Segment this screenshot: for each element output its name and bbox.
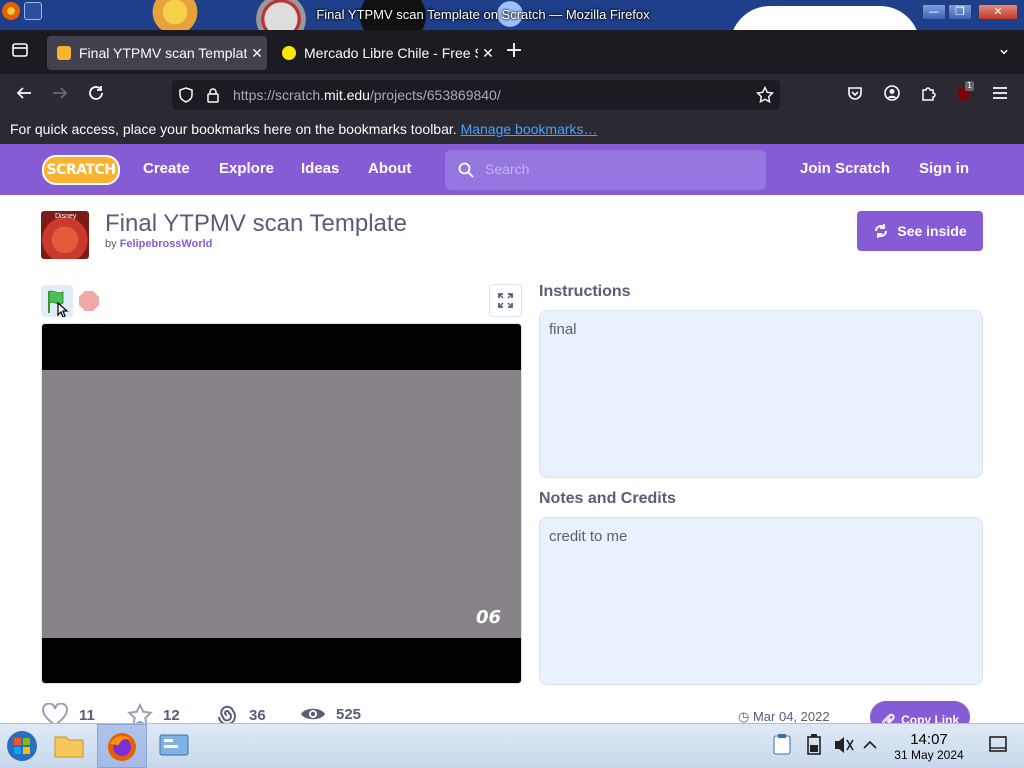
volume-muted-icon[interactable] [832, 729, 856, 763]
love-count: 11 [79, 706, 95, 724]
see-inside-button[interactable]: See inside [857, 211, 983, 251]
account-icon[interactable] [881, 84, 903, 106]
pocket-icon[interactable] [844, 84, 866, 106]
nav-create[interactable]: Create [143, 160, 190, 177]
bookmark-star-icon[interactable] [755, 85, 775, 108]
search-icon [458, 162, 474, 182]
clock-icon: ◷ [738, 709, 750, 724]
thumbnail-logo: Disney [55, 213, 77, 220]
start-button[interactable] [5, 729, 39, 763]
hamburger-menu-icon[interactable] [989, 84, 1011, 106]
manage-bookmarks-link[interactable]: Manage bookmarks… [461, 121, 598, 137]
fullscreen-button[interactable] [489, 284, 522, 317]
bookmarks-toolbar: For quick access, place your bookmarks h… [0, 116, 1024, 144]
notes-heading: Notes and Credits [539, 490, 676, 507]
project-stage[interactable]: 06 [41, 323, 522, 684]
instructions-heading: Instructions [539, 283, 631, 300]
firefox-view-icon[interactable] [9, 41, 31, 63]
reload-icon[interactable] [85, 84, 107, 106]
notes-text: credit to me [549, 528, 628, 545]
clipboard-tray-icon[interactable] [770, 729, 794, 763]
author-link[interactable]: FelipebrossWorld [120, 238, 213, 250]
url-text[interactable]: https://scratch.mit.edu/projects/6538698… [233, 87, 501, 103]
project-thumbnail: Disney [41, 211, 89, 259]
shield-icon[interactable] [178, 87, 194, 107]
tab-scratch-project[interactable]: Final YTPMV scan Template on Scratch ✕ [47, 36, 267, 70]
forward-arrow-icon[interactable] [49, 84, 71, 106]
notes-box: credit to me [539, 517, 983, 685]
close-window-button[interactable]: ✕ [978, 4, 1018, 20]
lock-icon[interactable] [206, 87, 220, 107]
search-input[interactable]: Search [445, 150, 766, 190]
system-settings-icon[interactable] [157, 729, 191, 763]
clock-date: 31 May 2024 [894, 748, 964, 762]
project-title: Final YTPMV scan Template [105, 210, 407, 237]
url-prefix: https://scratch. [233, 87, 325, 103]
url-bar[interactable]: https://scratch.mit.edu/projects/6538698… [172, 80, 780, 110]
nav-ideas[interactable]: Ideas [301, 160, 339, 177]
file-manager-icon[interactable] [52, 729, 86, 763]
extension-badge: 1 [965, 81, 975, 91]
window-title: Final YTPMV scan Template on Scratch — M… [316, 7, 650, 22]
project-byline: by FelipebrossWorld [105, 238, 212, 250]
favorite-count: 12 [163, 706, 180, 724]
taskbar: 14:07 31 May 2024 [0, 723, 1024, 768]
window-titlebar: Final YTPMV scan Template on Scratch — M… [0, 0, 1024, 30]
fullscreen-icon [498, 293, 513, 308]
green-flag-icon [48, 290, 69, 318]
tab-label: Final YTPMV scan Template on Scratch [79, 45, 247, 61]
join-scratch-link[interactable]: Join Scratch [800, 160, 890, 177]
battery-tray-icon[interactable] [802, 729, 826, 763]
mercadolibre-favicon-icon [282, 46, 296, 60]
taskbar-clock[interactable]: 14:07 31 May 2024 [884, 731, 974, 762]
tab-mercado-libre[interactable]: Mercado Libre Chile - Free Shipping ✕ [272, 36, 498, 70]
list-all-tabs-button[interactable]: ⌄ [993, 38, 1015, 60]
firefox-icon [108, 733, 136, 761]
bookmarks-hint-text: For quick access, place your bookmarks h… [10, 121, 457, 137]
stage-backdrop [42, 370, 521, 638]
tab-label: Mercado Libre Chile - Free Shipping [304, 45, 478, 61]
remix-count: 36 [249, 706, 266, 724]
green-flag-button[interactable] [41, 285, 73, 318]
ublock-extension-icon[interactable]: 1 [953, 81, 975, 106]
url-path: /projects/653869840/ [369, 87, 501, 103]
close-tab-icon[interactable]: ✕ [247, 45, 267, 62]
see-inside-label: See inside [897, 223, 967, 239]
scratch-favicon-icon [57, 46, 71, 60]
stop-button[interactable] [79, 291, 99, 311]
remix-arrows-icon [875, 224, 888, 238]
instructions-box: final [539, 310, 983, 478]
nav-explore[interactable]: Explore [219, 160, 274, 177]
by-label: by [105, 238, 117, 250]
back-arrow-icon[interactable] [13, 84, 35, 106]
show-desktop-icon[interactable] [986, 729, 1010, 763]
extensions-puzzle-icon[interactable] [917, 84, 939, 106]
eye-icon [301, 708, 325, 720]
stage-counter: 06 [475, 607, 501, 628]
firefox-taskbar-button[interactable] [97, 724, 147, 768]
nav-about[interactable]: About [368, 160, 411, 177]
chevron-up-icon[interactable] [860, 729, 880, 763]
scratch-logo[interactable]: SCRATCH [42, 155, 120, 185]
views-stat: 525 [300, 703, 361, 725]
date-text: Mar 04, 2022 [752, 709, 830, 724]
close-tab-icon[interactable]: ✕ [478, 45, 498, 62]
new-tab-button[interactable]: + [503, 40, 525, 62]
view-count: 525 [336, 705, 362, 723]
clock-time: 14:07 [910, 731, 948, 748]
maximize-button[interactable]: ❐ [948, 4, 972, 20]
url-domain: mit.edu [324, 87, 370, 103]
minimize-button[interactable]: — [922, 4, 946, 20]
sign-in-link[interactable]: Sign in [919, 160, 969, 177]
search-placeholder: Search [485, 161, 530, 177]
instructions-text: final [549, 321, 577, 338]
tab-bar: Final YTPMV scan Template on Scratch ✕ M… [0, 30, 1024, 74]
windows-logo-icon [7, 731, 37, 761]
